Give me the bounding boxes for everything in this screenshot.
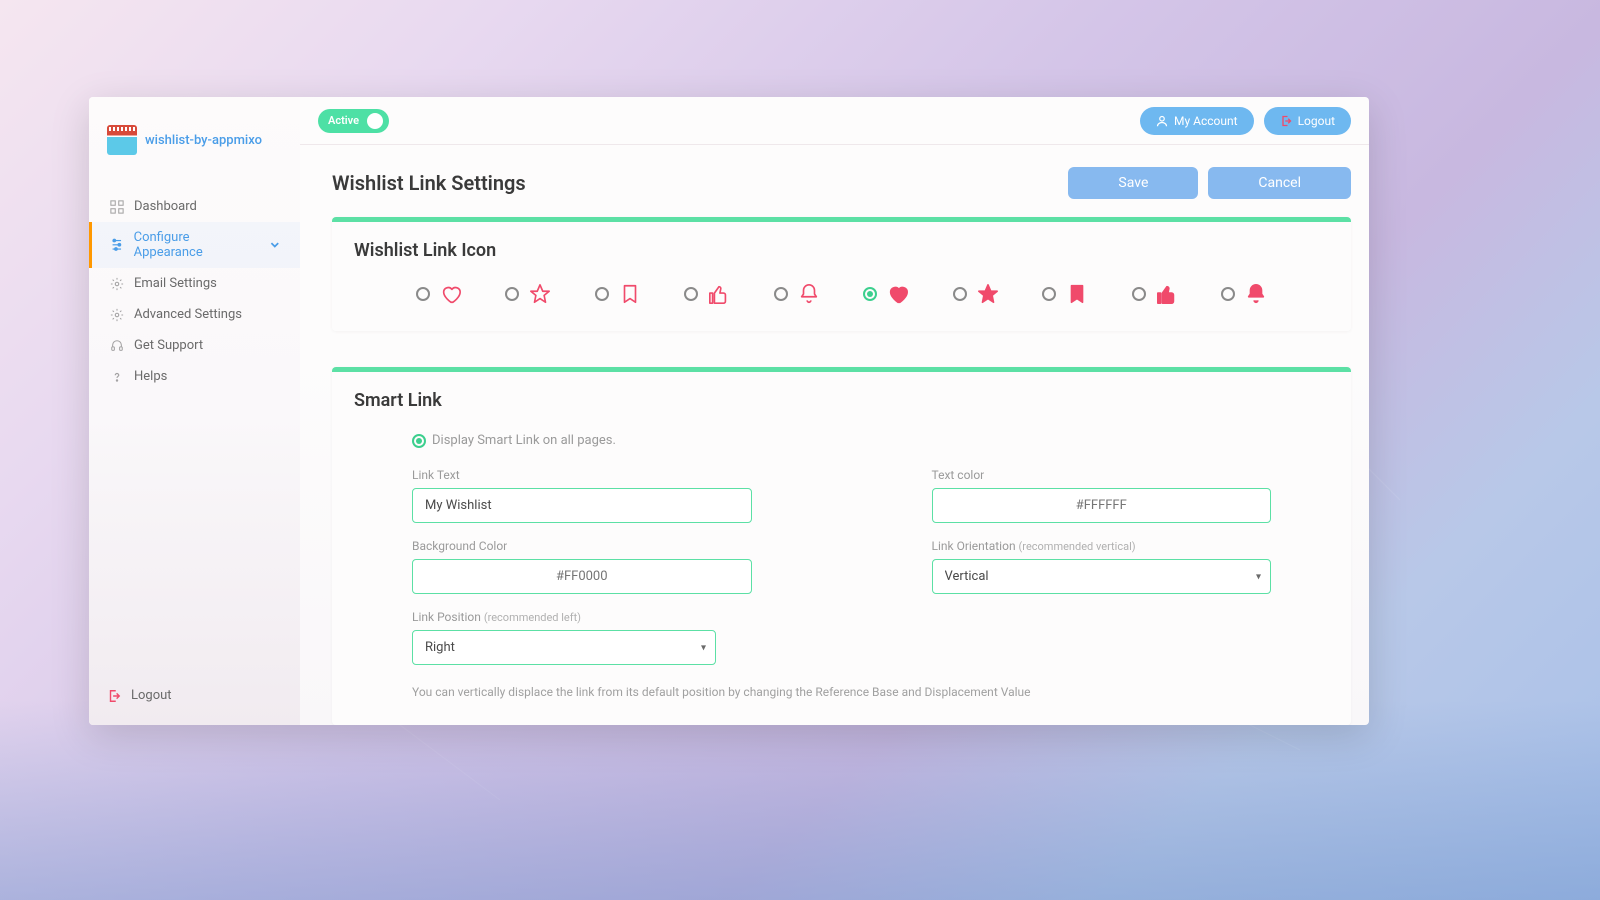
bg-color-field: Background Color	[412, 539, 752, 594]
icon-option-thumbsup-outline[interactable]	[684, 283, 730, 305]
logout-icon	[107, 689, 121, 703]
brand: wishlist-by-appmixo	[89, 125, 300, 173]
icon-option-row	[354, 283, 1329, 305]
sidebar-item-email-settings[interactable]: Email Settings	[89, 268, 300, 299]
sidebar-bottom: Logout	[89, 676, 300, 725]
displacement-note: You can vertically displace the link fro…	[412, 685, 1271, 699]
content: Wishlist Link Settings Save Cancel Wishl…	[300, 145, 1369, 725]
thumbsup-outline-icon	[708, 283, 730, 305]
radio-icon	[416, 287, 430, 301]
sidebar-item-advanced-settings[interactable]: Advanced Settings	[89, 299, 300, 330]
logout-icon	[1280, 115, 1292, 127]
status-toggle-label: Active	[328, 114, 359, 127]
toggle-knob-icon	[367, 113, 383, 129]
sidebar-item-configure-appearance[interactable]: Configure Appearance	[89, 222, 300, 268]
page-title: Wishlist Link Settings	[332, 171, 526, 195]
wishlist-icon-card: Wishlist Link Icon	[332, 217, 1351, 331]
field-label: Background Color	[412, 539, 752, 553]
gear-icon	[110, 277, 124, 291]
display-all-pages-checkbox[interactable]: Display Smart Link on all pages.	[412, 433, 1271, 448]
gear-icon	[110, 308, 124, 322]
my-account-label: My Account	[1174, 114, 1238, 128]
text-color-input[interactable]	[932, 488, 1272, 523]
page-head: Wishlist Link Settings Save Cancel	[332, 167, 1351, 199]
link-text-input[interactable]	[412, 488, 752, 523]
icon-option-heart-outline[interactable]	[416, 283, 462, 305]
icon-option-bookmark-filled[interactable]	[1042, 283, 1088, 305]
radio-icon	[1042, 287, 1056, 301]
radio-icon	[1132, 287, 1146, 301]
card-title: Wishlist Link Icon	[354, 240, 1329, 261]
field-label: Link Text	[412, 468, 752, 482]
star-outline-icon	[529, 283, 551, 305]
display-all-pages-label: Display Smart Link on all pages.	[432, 433, 616, 448]
bell-outline-icon	[798, 283, 820, 305]
main: Active My Account Logout Wishlist Link S…	[300, 97, 1369, 725]
heart-filled-icon	[887, 283, 909, 305]
field-label: Link Orientation (recommended vertical)	[932, 539, 1272, 553]
bell-filled-icon	[1245, 283, 1267, 305]
card-title: Smart Link	[354, 390, 1329, 411]
icon-option-bell-outline[interactable]	[774, 283, 820, 305]
brand-name: wishlist-by-appmixo	[145, 133, 262, 148]
radio-icon	[953, 287, 967, 301]
smart-link-card: Smart Link Display Smart Link on all pag…	[332, 367, 1351, 725]
thumbsup-filled-icon	[1156, 283, 1178, 305]
sidebar-item-label: Helps	[134, 369, 167, 384]
sidebar-item-get-support[interactable]: Get Support	[89, 330, 300, 361]
heart-outline-icon	[440, 283, 462, 305]
radio-icon	[774, 287, 788, 301]
topbar-logout-button[interactable]: Logout	[1264, 107, 1351, 135]
link-text-field: Link Text	[412, 468, 752, 523]
sidebar-logout-label: Logout	[131, 688, 172, 703]
radio-checked-icon	[412, 434, 426, 448]
sidebar: wishlist-by-appmixo Dashboard Configure …	[89, 97, 300, 725]
sidebar-item-label: Email Settings	[134, 276, 217, 291]
sidebar-logout-button[interactable]: Logout	[107, 688, 282, 703]
grid-icon	[110, 200, 124, 214]
radio-icon	[684, 287, 698, 301]
position-field: Link Position (recommended left) Right	[412, 610, 752, 665]
radio-icon	[863, 287, 877, 301]
sidebar-item-label: Get Support	[134, 338, 203, 353]
question-icon	[110, 370, 124, 384]
sidebar-item-label: Dashboard	[134, 199, 197, 214]
sidebar-nav: Dashboard Configure Appearance Email Set…	[89, 191, 300, 676]
sidebar-item-label: Configure Appearance	[134, 230, 259, 260]
field-label: Text color	[932, 468, 1272, 482]
icon-option-star-filled[interactable]	[953, 283, 999, 305]
sliders-icon	[110, 238, 124, 252]
my-account-button[interactable]: My Account	[1140, 107, 1254, 135]
icon-option-bell-filled[interactable]	[1221, 283, 1267, 305]
save-button[interactable]: Save	[1068, 167, 1198, 199]
topbar: Active My Account Logout	[300, 97, 1369, 145]
icon-option-bookmark-outline[interactable]	[595, 283, 641, 305]
bg-color-input[interactable]	[412, 559, 752, 594]
orientation-select[interactable]: Vertical	[932, 559, 1272, 594]
orientation-field: Link Orientation (recommended vertical) …	[932, 539, 1272, 594]
sidebar-item-helps[interactable]: Helps	[89, 361, 300, 392]
status-toggle[interactable]: Active	[318, 109, 389, 133]
chevron-down-icon	[268, 238, 282, 252]
sidebar-item-label: Advanced Settings	[134, 307, 242, 322]
position-select[interactable]: Right	[412, 630, 716, 665]
user-icon	[1156, 115, 1168, 127]
icon-option-star-outline[interactable]	[505, 283, 551, 305]
sidebar-item-dashboard[interactable]: Dashboard	[89, 191, 300, 222]
radio-icon	[1221, 287, 1235, 301]
bookmark-filled-icon	[1066, 283, 1088, 305]
headset-icon	[110, 339, 124, 353]
icon-option-thumbsup-filled[interactable]	[1132, 283, 1178, 305]
radio-icon	[595, 287, 609, 301]
app-window: wishlist-by-appmixo Dashboard Configure …	[89, 97, 1369, 725]
text-color-field: Text color	[932, 468, 1272, 523]
bookmark-outline-icon	[619, 283, 641, 305]
radio-icon	[505, 287, 519, 301]
cancel-button[interactable]: Cancel	[1208, 167, 1351, 199]
brand-logo-icon	[107, 125, 137, 155]
icon-option-heart-filled[interactable]	[863, 283, 909, 305]
field-label: Link Position (recommended left)	[412, 610, 752, 624]
topbar-logout-label: Logout	[1298, 114, 1335, 128]
star-filled-icon	[977, 283, 999, 305]
